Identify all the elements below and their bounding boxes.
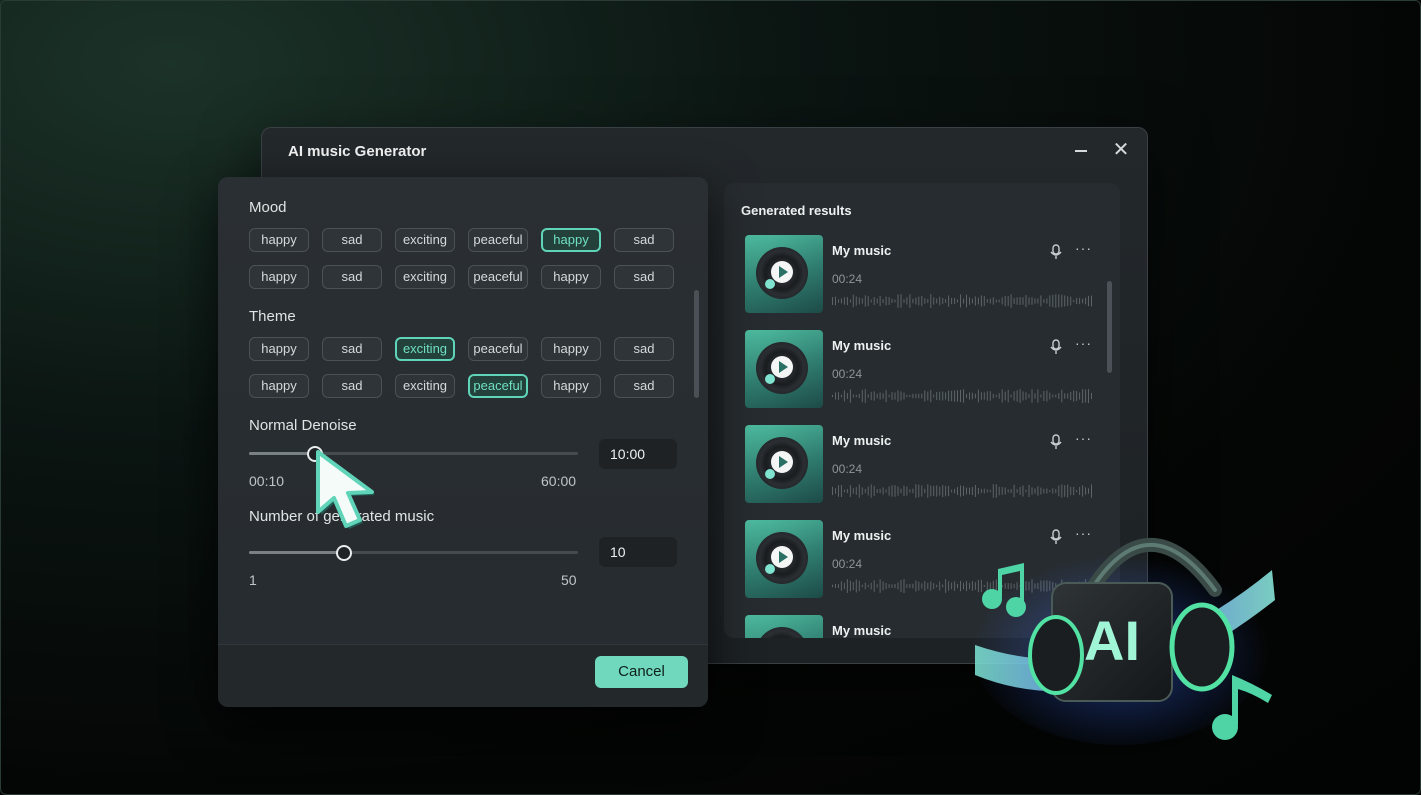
theme-chip-happy[interactable]: happy	[249, 374, 309, 398]
settings-scrollbar[interactable]	[694, 290, 699, 398]
window-title: AI music Generator	[288, 143, 427, 160]
mood-chip-peaceful[interactable]: peaceful	[468, 228, 528, 252]
mood-chip-sad[interactable]: sad	[322, 228, 382, 252]
settings-panel: Mood happy sad exciting peaceful happy s…	[218, 177, 708, 707]
track-item[interactable]: My music 00:24 ···	[745, 235, 1092, 315]
theme-chip-sad[interactable]: sad	[614, 337, 674, 361]
track-thumbnail[interactable]	[745, 425, 823, 503]
minimize-icon[interactable]	[1069, 138, 1093, 162]
track-name: My music	[832, 528, 892, 543]
theme-chip-exciting-selected[interactable]: exciting	[395, 337, 455, 361]
count-max-label: 50	[561, 572, 577, 588]
track-name: My music	[832, 623, 892, 638]
count-value-input[interactable]: 10	[599, 537, 677, 567]
waveform[interactable]	[832, 484, 1094, 498]
track-name: My music	[832, 338, 892, 353]
results-scrollbar[interactable]	[1107, 281, 1112, 373]
track-thumbnail[interactable]	[745, 520, 823, 598]
theme-chip-sad[interactable]: sad	[322, 374, 382, 398]
denoise-min-label: 00:10	[249, 473, 285, 489]
theme-label: Theme	[249, 308, 296, 325]
count-slider[interactable]	[249, 545, 578, 561]
track-duration: 00:24	[832, 557, 863, 571]
track-duration: 00:24	[832, 367, 863, 381]
count-slider-knob[interactable]	[336, 545, 353, 561]
denoise-slider[interactable]	[249, 446, 578, 462]
denoise-max-label: 60:00	[541, 473, 577, 489]
mood-chip-happy[interactable]: happy	[249, 228, 309, 252]
mood-chip-happy-selected[interactable]: happy	[541, 228, 601, 252]
track-thumbnail[interactable]	[745, 235, 823, 313]
track-thumbnail[interactable]	[745, 330, 823, 408]
mood-chip-sad[interactable]: sad	[614, 228, 674, 252]
play-icon[interactable]	[771, 546, 793, 568]
mood-chip-happy[interactable]: happy	[541, 265, 601, 289]
play-icon[interactable]	[771, 356, 793, 378]
theme-chip-happy[interactable]: happy	[541, 337, 601, 361]
theme-chip-happy[interactable]: happy	[541, 374, 601, 398]
mood-chip-peaceful[interactable]: peaceful	[468, 265, 528, 289]
mood-chip-sad[interactable]: sad	[614, 265, 674, 289]
more-options-icon[interactable]: ···	[1075, 335, 1092, 351]
results-title: Generated results	[741, 203, 852, 218]
ai-logo-text: AI	[1084, 609, 1140, 672]
track-item[interactable]: My music 00:24 ···	[745, 330, 1092, 410]
waveform[interactable]	[832, 389, 1094, 403]
count-min-label: 1	[249, 572, 257, 588]
play-icon[interactable]	[771, 451, 793, 473]
theme-chip-sad[interactable]: sad	[614, 374, 674, 398]
mood-chip-exciting[interactable]: exciting	[395, 228, 455, 252]
denoise-slider-fill	[249, 452, 315, 455]
theme-chip-sad[interactable]: sad	[322, 337, 382, 361]
microphone-icon[interactable]	[1049, 244, 1063, 260]
count-slider-fill	[249, 551, 345, 554]
denoise-value-input[interactable]: 10:00	[599, 439, 677, 469]
track-name: My music	[832, 433, 892, 448]
track-duration: 00:24	[832, 272, 863, 286]
theme-chip-exciting[interactable]: exciting	[395, 374, 455, 398]
waveform[interactable]	[832, 294, 1094, 308]
microphone-icon[interactable]	[1049, 434, 1063, 450]
cancel-button[interactable]: Cancel	[595, 656, 688, 688]
mood-chip-exciting[interactable]: exciting	[395, 265, 455, 289]
track-thumbnail[interactable]	[745, 615, 823, 638]
ai-headphones-illustration: AI	[970, 537, 1275, 745]
play-icon[interactable]	[771, 261, 793, 283]
track-item[interactable]: My music 00:24 ···	[745, 425, 1092, 505]
microphone-icon[interactable]	[1049, 339, 1063, 355]
theme-chip-peaceful[interactable]: peaceful	[468, 337, 528, 361]
theme-chip-happy[interactable]: happy	[249, 337, 309, 361]
mood-label: Mood	[249, 199, 287, 216]
mood-chip-sad[interactable]: sad	[322, 265, 382, 289]
close-icon[interactable]: ✕	[1109, 138, 1133, 162]
mood-chip-happy[interactable]: happy	[249, 265, 309, 289]
theme-chip-peaceful-selected[interactable]: peaceful	[468, 374, 528, 398]
track-name: My music	[832, 243, 892, 258]
track-duration: 00:24	[832, 462, 863, 476]
more-options-icon[interactable]: ···	[1075, 430, 1092, 446]
denoise-label: Normal Denoise	[249, 417, 357, 434]
mouse-pointer-icon	[316, 450, 375, 529]
more-options-icon[interactable]: ···	[1075, 240, 1092, 256]
